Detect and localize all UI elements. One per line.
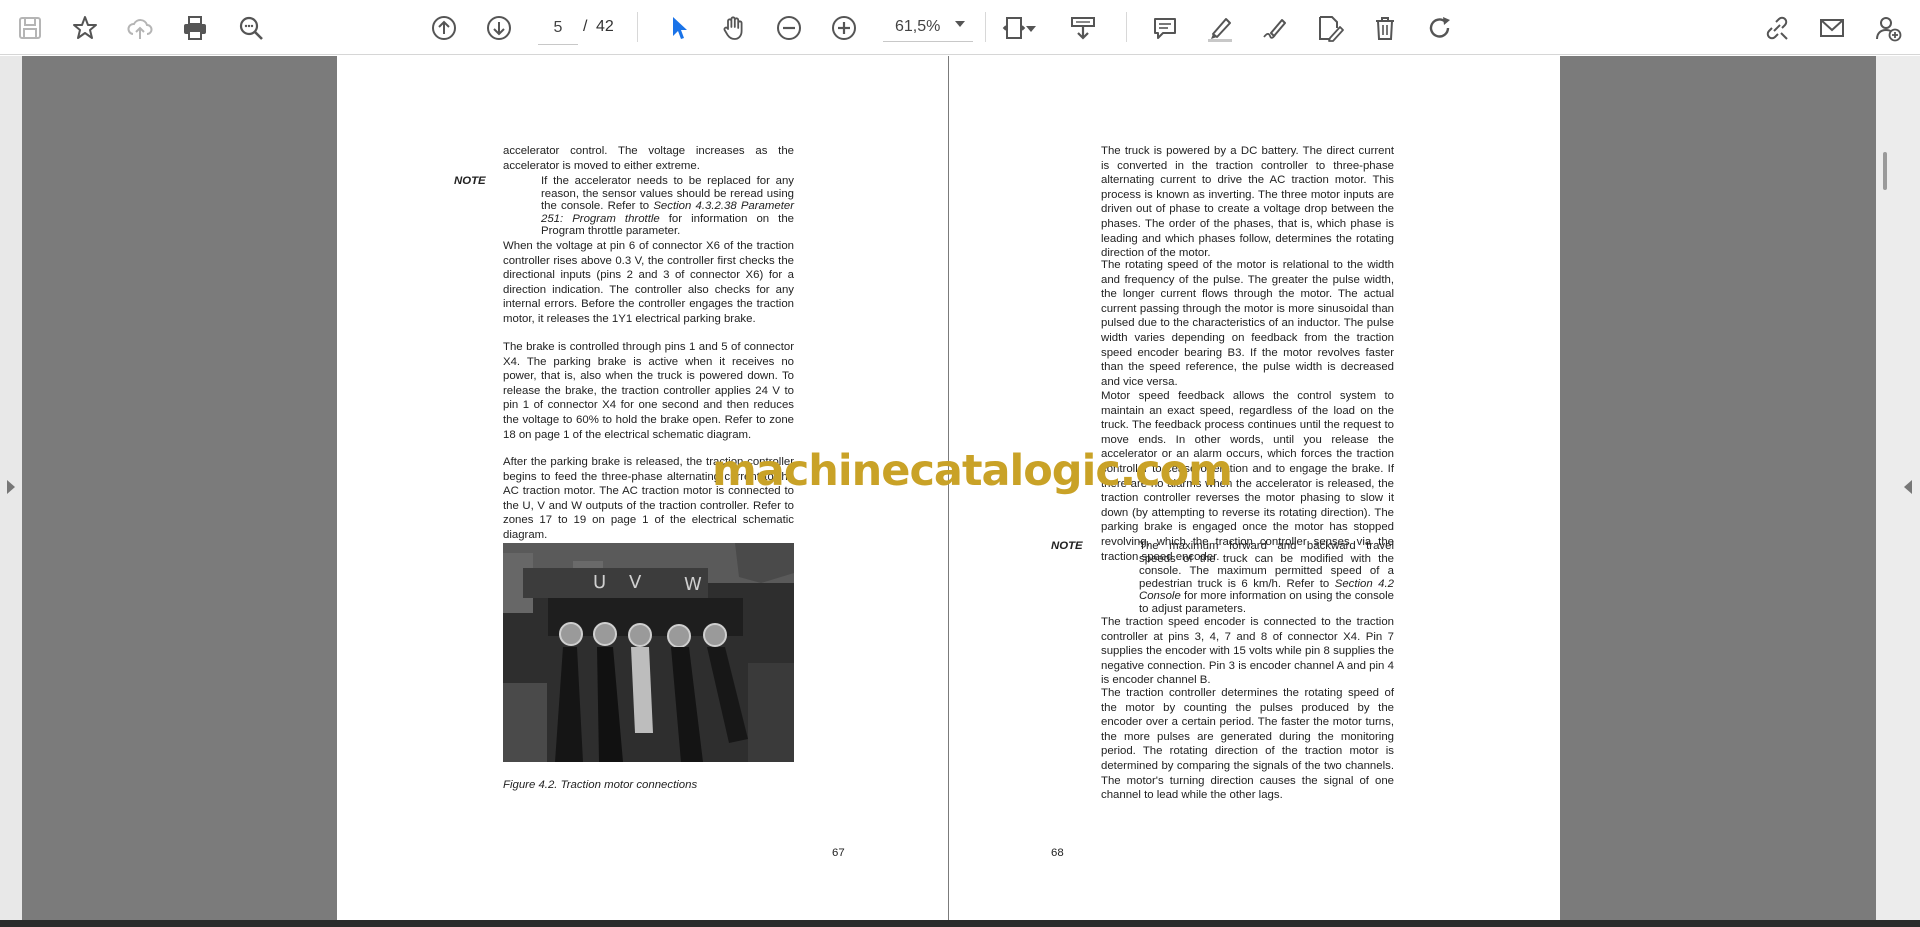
add-user-icon <box>1876 17 1902 42</box>
zoom-search-button[interactable] <box>233 10 269 46</box>
next-page-button[interactable] <box>481 10 517 46</box>
paragraph: accelerator control. The voltage increas… <box>503 145 794 172</box>
toolbar-divider <box>637 12 638 42</box>
save-icon <box>19 17 41 39</box>
paragraph: When the voltage at pin 6 of connector X… <box>503 240 794 325</box>
scrolling-mode-button[interactable] <box>1065 10 1101 46</box>
chevron-right-icon <box>7 480 15 494</box>
page-fit-menu-button[interactable] <box>1024 10 1038 46</box>
print-icon <box>184 16 206 40</box>
rotate-icon <box>1429 17 1450 38</box>
paragraph: The brake is controlled through pins 1 a… <box>503 341 794 441</box>
comment-icon <box>1154 18 1176 39</box>
zoom-in-button[interactable] <box>826 10 862 46</box>
email-button[interactable] <box>1814 10 1850 46</box>
left-panel-toggle[interactable] <box>0 56 22 920</box>
page-number-input[interactable] <box>538 12 578 45</box>
note-text: If the accelerator needs to be replaced … <box>541 175 795 238</box>
paragraph: The rotating speed of the motor is relat… <box>1101 259 1394 388</box>
delete-button[interactable] <box>1367 10 1403 46</box>
hand-tool-button[interactable] <box>716 10 752 46</box>
zoom-out-icon <box>777 16 801 40</box>
chevron-left-icon <box>1904 480 1912 494</box>
traction-motor-connections-photo: U V W <box>503 543 794 762</box>
toolbar-divider <box>985 12 986 42</box>
note-label: NOTE <box>454 175 486 187</box>
comment-button[interactable] <box>1147 10 1183 46</box>
zoom-level-dropdown[interactable]: 61,5% <box>883 12 973 42</box>
note-text: The maximum forward and backward travel … <box>1139 540 1394 615</box>
upload-button[interactable] <box>122 10 158 46</box>
page-down-icon <box>487 16 511 40</box>
bookmark-button[interactable] <box>67 10 103 46</box>
share-link-button[interactable] <box>1759 10 1795 46</box>
photo-label-w: W <box>684 574 702 595</box>
download-scroll-icon <box>1071 17 1095 40</box>
page-number: 67 <box>832 847 845 859</box>
vertical-scrollbar-thumb[interactable] <box>1883 152 1887 190</box>
cloud-upload-icon <box>127 19 153 39</box>
draw-button[interactable] <box>1257 10 1293 46</box>
edit-document-icon <box>1319 16 1344 42</box>
chevron-down-icon <box>955 21 965 27</box>
save-button[interactable] <box>12 10 48 46</box>
highlight-button[interactable] <box>1202 10 1238 46</box>
toolbar-divider <box>1126 12 1127 42</box>
zoom-in-icon <box>832 16 856 40</box>
zoom-search-icon <box>239 16 263 40</box>
select-tool-button[interactable] <box>661 10 697 46</box>
page-separator: / <box>583 18 588 35</box>
toolbar: / 42 61,5% <box>0 0 1920 55</box>
watermark-text: machinecatalogic.com <box>712 446 1233 496</box>
print-button[interactable] <box>177 10 213 46</box>
photo-label-u: U <box>593 572 606 593</box>
page-total: 42 <box>596 18 614 35</box>
taskbar-edge <box>0 920 1920 927</box>
rotate-button[interactable] <box>1422 10 1458 46</box>
zoom-level-value: 61,5% <box>895 17 941 35</box>
photo-label-v: V <box>629 572 642 593</box>
email-icon <box>1820 19 1844 37</box>
chevron-down-icon <box>1026 26 1036 32</box>
figure-caption: Figure 4.2. Traction motor connections <box>503 779 698 791</box>
add-user-button[interactable] <box>1870 10 1906 46</box>
paragraph: The traction controller determines the r… <box>1101 687 1394 802</box>
hand-tool-icon <box>723 16 743 40</box>
page-up-icon <box>432 16 456 40</box>
page-number: 68 <box>1051 847 1064 859</box>
select-cursor-icon <box>673 17 687 39</box>
note-label: NOTE <box>1051 540 1083 552</box>
bookmark-star-icon <box>73 16 97 39</box>
highlight-pen-icon <box>1208 18 1232 42</box>
zoom-out-button[interactable] <box>771 10 807 46</box>
sign-pen-icon <box>1263 19 1286 39</box>
previous-page-button[interactable] <box>426 10 462 46</box>
paragraph: The traction speed encoder is connected … <box>1101 616 1394 687</box>
share-link-icon <box>1766 16 1788 40</box>
paragraph: The truck is powered by a DC battery. Th… <box>1101 145 1394 260</box>
trash-icon <box>1376 17 1394 40</box>
edit-document-button[interactable] <box>1312 10 1348 46</box>
